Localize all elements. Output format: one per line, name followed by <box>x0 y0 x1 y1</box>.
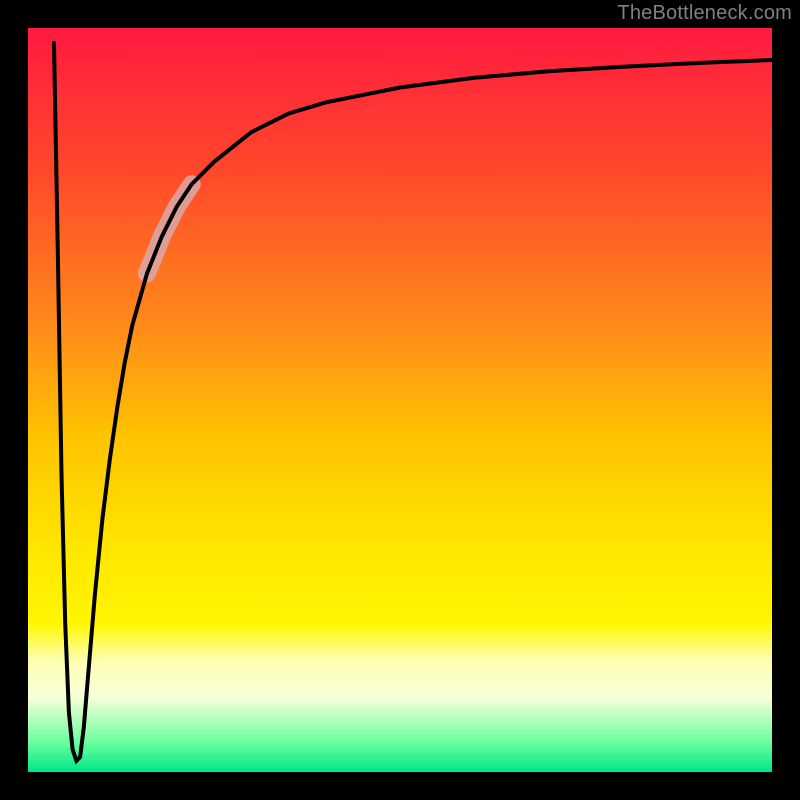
frame-right <box>772 0 800 800</box>
frame-left <box>0 0 28 800</box>
gradient-background <box>28 28 772 772</box>
chart-stage: TheBottleneck.com <box>0 0 800 800</box>
frame-bottom <box>0 772 800 800</box>
watermark-text: TheBottleneck.com <box>617 2 792 25</box>
plot-area <box>28 28 772 772</box>
